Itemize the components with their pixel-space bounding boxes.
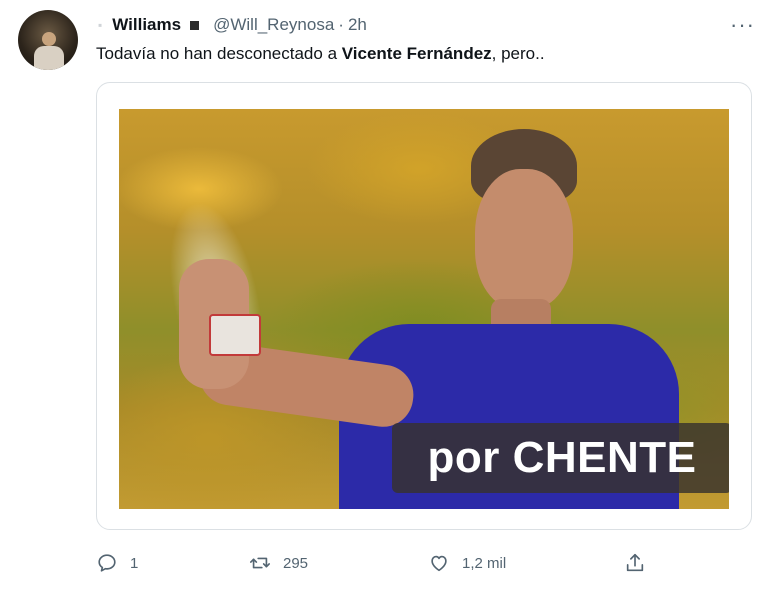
retweet-button[interactable]: 295: [249, 548, 308, 578]
author-handle[interactable]: @Will_Reynosa: [213, 15, 334, 35]
reply-icon: [98, 554, 116, 572]
badge-square-icon: [190, 20, 200, 30]
reply-count: 1: [130, 554, 139, 572]
avatar-head: [42, 32, 56, 46]
share-button[interactable]: [624, 548, 646, 578]
caption-box: por CHENTE: [392, 423, 729, 493]
like-button[interactable]: 1,2 mil: [428, 548, 506, 578]
tweet-header: ▪ Williams @Will_Reynosa · 2h: [98, 14, 367, 36]
separator-dot: ·: [338, 15, 344, 34]
carton-shape: [209, 314, 261, 356]
tweet-text: Todavía no han desconectado a Vicente Fe…: [96, 44, 545, 64]
meme-caption: por CHENTE: [427, 433, 697, 482]
heart-icon: [431, 555, 447, 572]
faint-mark: ▪: [98, 18, 103, 32]
tweet-text-before: Todavía no han desconectado a: [96, 44, 342, 63]
meme-photo[interactable]: por CHENTE: [119, 109, 729, 509]
author-name[interactable]: Williams: [112, 15, 181, 35]
retweet-icon: [250, 557, 270, 569]
reply-button[interactable]: 1: [96, 548, 138, 578]
tweet-time[interactable]: 2h: [348, 15, 367, 35]
share-icon: [626, 553, 644, 572]
author-avatar[interactable]: [18, 10, 78, 70]
avatar-torso: [34, 46, 64, 70]
retweet-count: 295: [283, 554, 309, 572]
more-options-icon[interactable]: ···: [730, 12, 755, 38]
action-bar: 1 295 1,2 mil: [96, 548, 656, 578]
tweet-text-bold: Vicente Fernández: [341, 44, 492, 63]
like-count: 1,2 mil: [462, 554, 507, 572]
tweet-text-after: , pero..: [491, 44, 545, 63]
media-card[interactable]: por CHENTE: [96, 82, 752, 530]
face-shape: [475, 169, 573, 309]
